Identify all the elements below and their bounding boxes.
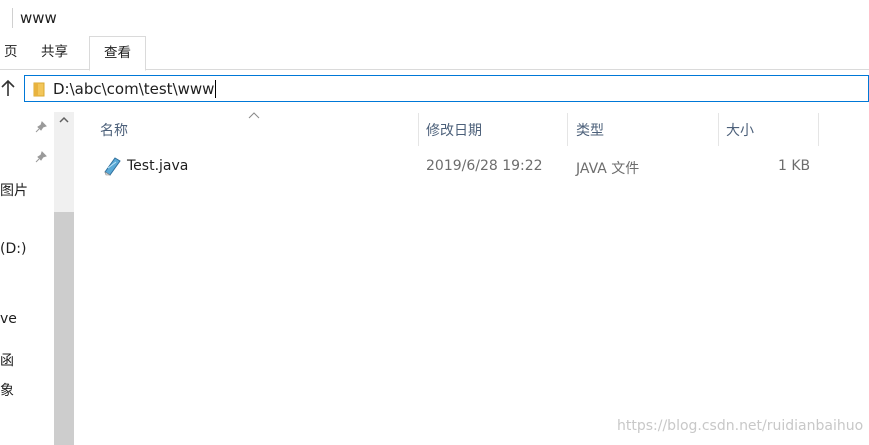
text-caret — [215, 80, 217, 98]
file-modified: 2019/6/28 19:22 — [426, 158, 543, 174]
nav-item-drive-d[interactable]: (D:) — [0, 241, 26, 257]
up-arrow-icon[interactable] — [0, 78, 18, 104]
scroll-thumb[interactable] — [54, 212, 74, 445]
tab-share[interactable]: 共享 — [27, 36, 82, 69]
column-divider[interactable] — [818, 113, 819, 146]
file-row[interactable]: Test.java 2019/6/28 19:22 JAVA 文件 1 KB — [96, 152, 836, 182]
file-type: JAVA 文件 — [576, 161, 640, 177]
nav-item-onedrive[interactable]: ve — [0, 311, 17, 327]
title-separator — [12, 8, 13, 28]
scroll-up-icon[interactable] — [54, 112, 74, 132]
title-bar: www — [0, 0, 869, 36]
address-path: D:\abc\com\test\www — [53, 80, 215, 98]
ribbon-tabs: 页 共享 查看 — [0, 36, 869, 71]
column-header-size[interactable]: 大小 — [726, 120, 754, 140]
pin-icon[interactable] — [35, 121, 47, 136]
window-title: www — [20, 9, 57, 27]
column-divider[interactable] — [718, 113, 719, 146]
nav-item-objects[interactable]: 象 — [0, 380, 14, 400]
column-header-type[interactable]: 类型 — [576, 120, 604, 140]
file-size: 1 KB — [778, 158, 811, 174]
address-bar[interactable]: D:\abc\com\test\www — [24, 75, 869, 102]
nav-item-pictures[interactable]: 图片 — [0, 180, 28, 200]
column-header-name[interactable]: 名称 — [100, 120, 128, 140]
pin-icon[interactable] — [35, 151, 47, 166]
column-divider[interactable] — [567, 113, 568, 146]
nav-item-recycle[interactable]: 函 — [0, 350, 14, 370]
column-header-modified[interactable]: 修改日期 — [426, 120, 482, 140]
folder-icon — [33, 82, 45, 97]
sort-ascending-icon — [248, 110, 260, 123]
column-divider[interactable] — [418, 113, 419, 146]
file-name[interactable]: Test.java — [127, 158, 188, 174]
watermark: https://blog.csdn.net/ruidianbaihuo — [617, 418, 864, 434]
java-file-icon — [102, 156, 121, 176]
tab-view[interactable]: 查看 — [89, 36, 146, 71]
